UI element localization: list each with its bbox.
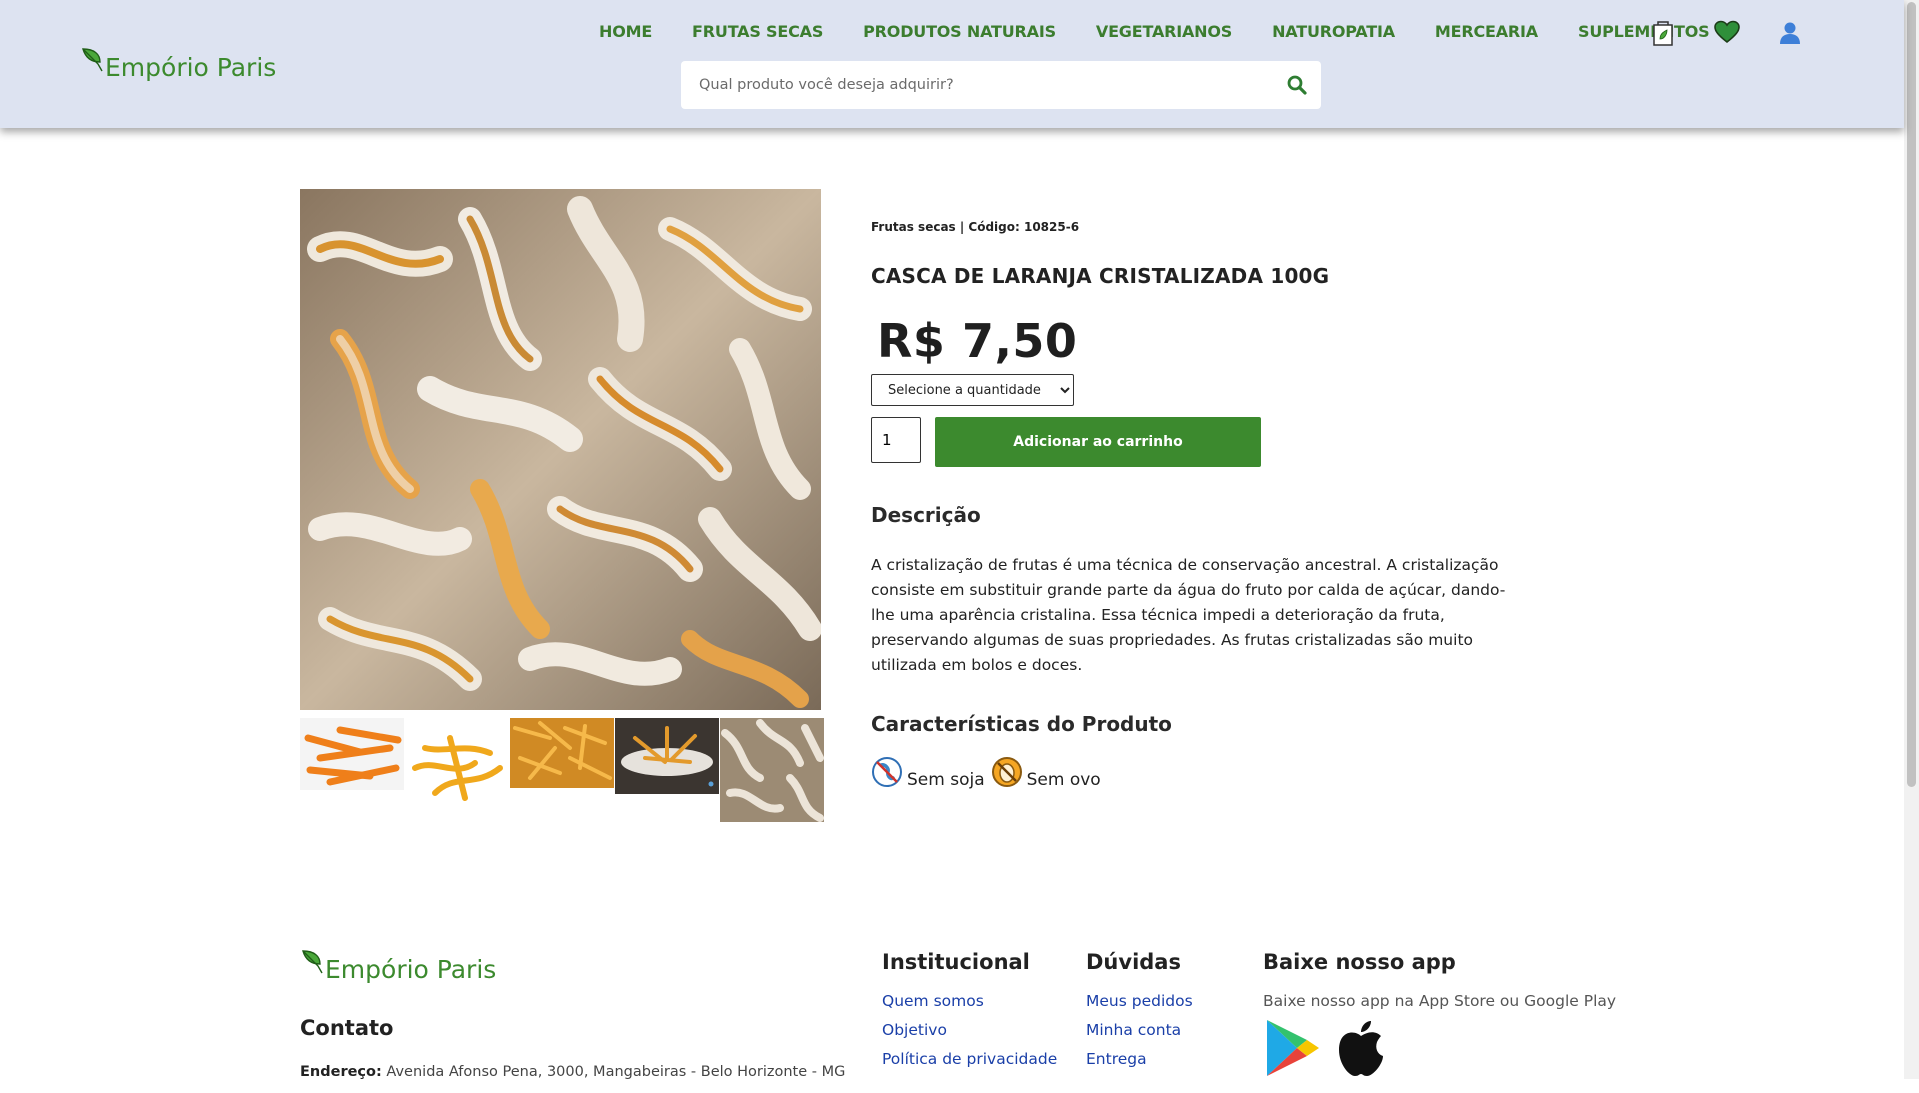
brand-logo[interactable]: Empório Paris [80, 46, 276, 82]
apple-icon [1339, 1021, 1383, 1076]
search-bar [681, 61, 1321, 109]
google-play-icon [1267, 1020, 1319, 1076]
footer-brand-name: Empório Paris [325, 955, 497, 984]
footer-link-meus-pedidos[interactable]: Meus pedidos [1086, 992, 1193, 1010]
address-label: Endereço: [300, 1064, 382, 1080]
characteristics-title: Características do Produto [871, 712, 1172, 736]
search-button[interactable] [1273, 61, 1321, 109]
site-header: Empório Paris HOME FRUTAS SECAS PRODUTOS… [0, 0, 1904, 128]
app-store-badges [1263, 1018, 1616, 1093]
no-soy-icon [872, 757, 902, 787]
nav-item-produtos-naturais[interactable]: PRODUTOS NATURAIS [863, 22, 1056, 41]
institucional-title: Institucional [882, 950, 1030, 974]
footer-app: Baixe nosso app Baixe nosso app na App S… [1263, 950, 1616, 1093]
product-thumbnail[interactable] [300, 718, 404, 822]
product-description: A cristalização de frutas é uma técnica … [871, 556, 1506, 674]
characteristic-label: Sem soja [907, 770, 985, 790]
leaf-icon [82, 48, 103, 72]
favorites-button[interactable] [1713, 18, 1741, 46]
nav-item-naturopatia[interactable]: NATUROPATIA [1272, 22, 1395, 41]
footer-link-objetivo[interactable]: Objetivo [882, 1021, 1057, 1039]
product-main-image[interactable] [300, 189, 821, 710]
characteristics-list: Sem soja Sem ovo [871, 756, 1531, 790]
footer-link-minha-conta[interactable]: Minha conta [1086, 1021, 1193, 1039]
shopping-bag-icon [1653, 21, 1673, 46]
no-egg-icon [991, 757, 1022, 787]
search-icon [1287, 75, 1307, 95]
product-thumbnail[interactable] [720, 718, 824, 822]
nav-item-frutas-secas[interactable]: FRUTAS SECAS [692, 22, 823, 41]
brand-name: Empório Paris [105, 53, 277, 82]
nav-item-mercearia[interactable]: MERCEARIA [1435, 22, 1538, 41]
characteristic-label: Sem ovo [1026, 770, 1101, 790]
product-price: R$ 7,50 [877, 314, 1078, 368]
description-title: Descrição [871, 503, 981, 527]
footer-link-quem-somos[interactable]: Quem somos [882, 992, 1057, 1010]
main-nav: HOME FRUTAS SECAS PRODUTOS NATURAIS VEGE… [599, 22, 1749, 41]
nav-item-suplementos[interactable]: SUPLEMENTOS [1578, 22, 1710, 41]
product-thumbnail[interactable] [405, 718, 509, 822]
shopping-bag-button[interactable] [1651, 18, 1675, 48]
contact-title: Contato [300, 1016, 394, 1040]
footer-link-entrega[interactable]: Entrega [1086, 1050, 1193, 1068]
duvidas-title: Dúvidas [1086, 950, 1181, 974]
quantity-select[interactable]: Selecione a quantidade [871, 374, 1074, 406]
nav-item-home[interactable]: HOME [599, 22, 652, 41]
address-value: Avenida Afonso Pena, 3000, Mangabeiras -… [386, 1064, 846, 1080]
footer-institucional: Institucional Quem somos Objetivo Políti… [882, 950, 1057, 1079]
nav-item-vegetarianos[interactable]: VEGETARIANOS [1096, 22, 1232, 41]
google-play-link[interactable] [1263, 1018, 1323, 1082]
product-title: CASCA DE LARANJA CRISTALIZADA 100G [871, 264, 1330, 288]
heart-icon [1714, 20, 1740, 44]
app-store-link[interactable] [1333, 1018, 1389, 1082]
product-thumbnails [300, 718, 825, 822]
quantity-input[interactable] [871, 417, 921, 463]
user-icon [1780, 22, 1800, 44]
product-thumbnail[interactable] [510, 718, 614, 822]
scrollbar-thumb[interactable] [1907, 2, 1916, 787]
app-text: Baixe nosso app na App Store ou Google P… [1263, 992, 1617, 1010]
characteristic-item: Sem soja [871, 756, 985, 790]
characteristic-item: Sem ovo [991, 756, 1101, 790]
add-to-cart-button[interactable]: Adicionar ao carrinho [935, 417, 1261, 467]
contact-address: Endereço: Avenida Afonso Pena, 3000, Man… [300, 1064, 845, 1080]
footer-link-politica-privacidade[interactable]: Política de privacidade [882, 1050, 1057, 1068]
footer-brand-logo[interactable]: Empório Paris [300, 948, 496, 984]
product-breadcrumb: Frutas secas | Código: 10825-6 [871, 220, 1080, 234]
product-info: Frutas secas | Código: 10825-6 CASCA DE … [871, 220, 1531, 790]
account-button[interactable] [1778, 20, 1802, 46]
footer-duvidas: Dúvidas Meus pedidos Minha conta Entrega [1086, 950, 1193, 1079]
product-thumbnail[interactable] [615, 718, 719, 822]
app-title: Baixe nosso app [1263, 950, 1456, 974]
leaf-icon [302, 950, 323, 974]
search-input[interactable] [681, 61, 1273, 109]
page-scrollbar[interactable] [1904, 0, 1919, 1079]
cart-row: Adicionar ao carrinho [871, 417, 1531, 467]
